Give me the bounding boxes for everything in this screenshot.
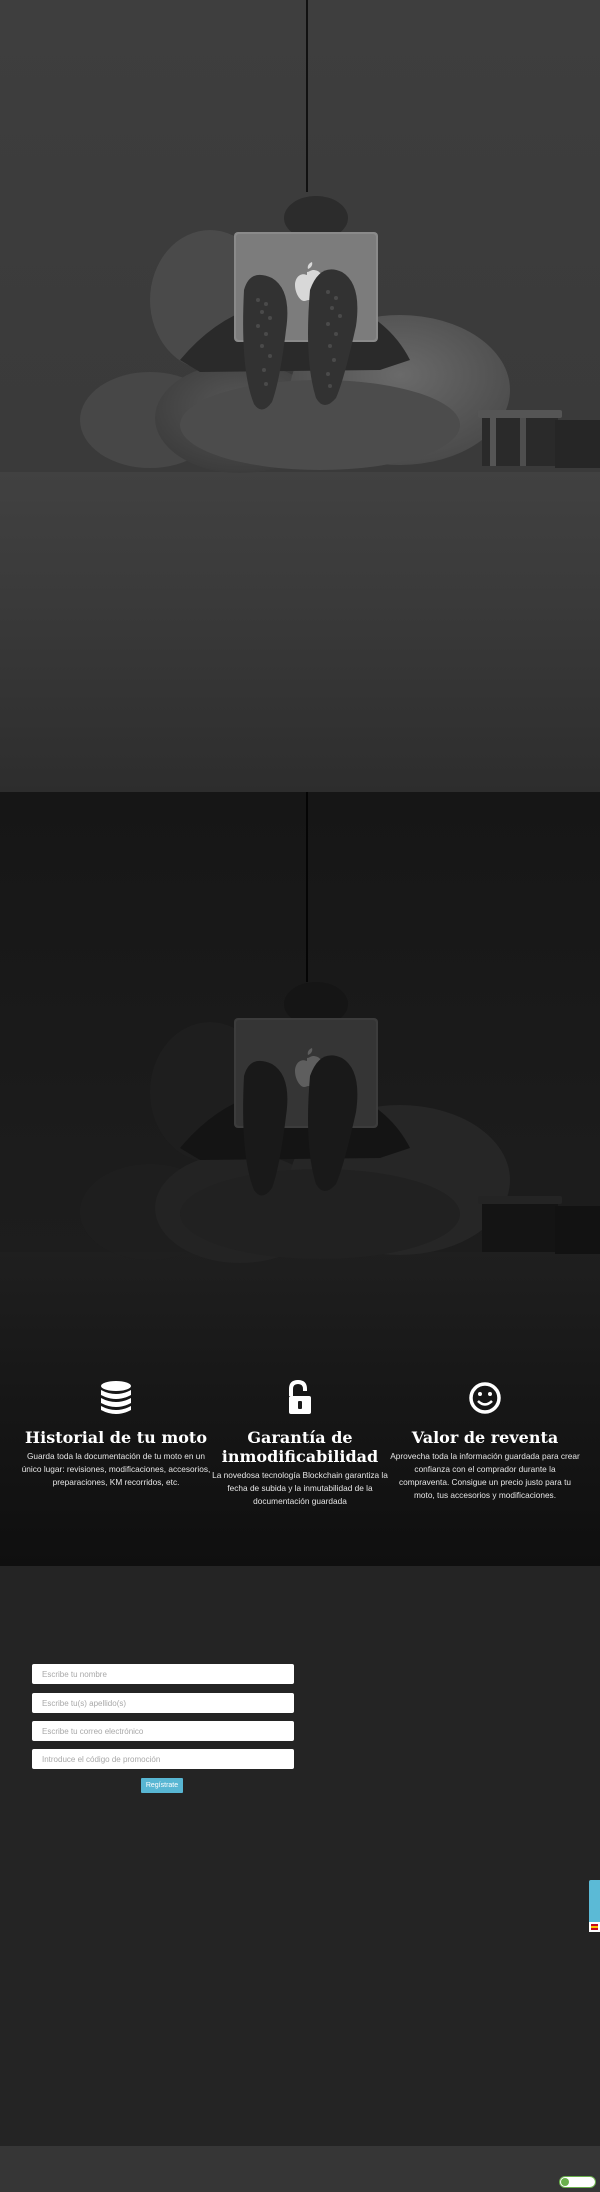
shield-icon <box>561 2178 569 2186</box>
feature-text: Guarda toda la documentación de tu moto … <box>21 1451 211 1487</box>
promo-code-input[interactable] <box>32 1749 294 1769</box>
email-input[interactable] <box>32 1721 294 1741</box>
spain-flag-icon[interactable] <box>589 1922 600 1932</box>
feature-text: La novedosa tecnología Blockchain garant… <box>212 1470 388 1506</box>
security-badge[interactable] <box>559 2176 596 2188</box>
feature-title: Historial de tu moto <box>25 1428 207 1447</box>
registration-form-section: Regístrate <box>0 1566 600 2146</box>
page: Historial de tu moto Guarda toda la docu… <box>0 0 600 2192</box>
database-icon <box>101 1381 131 1414</box>
side-feedback-tab[interactable] <box>589 1880 600 1928</box>
surname-input[interactable] <box>32 1693 294 1713</box>
side-tab-label <box>590 1886 599 1922</box>
smile-icon <box>469 1382 501 1414</box>
feature-history: Historial de tu moto Guarda toda la docu… <box>21 1380 211 1489</box>
feature-resale-value: Valor de reventa Aprovecha toda la infor… <box>390 1380 580 1502</box>
unlock-icon <box>289 1380 311 1414</box>
hero-photo-person-laptop <box>80 196 600 473</box>
feature-immutability: Garantía de inmodificabilidad La novedos… <box>205 1380 395 1508</box>
feature-title: Garantía de inmodificabilidad <box>221 1428 379 1466</box>
register-button[interactable]: Regístrate <box>141 1778 183 1793</box>
name-input[interactable] <box>32 1664 294 1684</box>
hero-image-section <box>0 0 600 792</box>
feature-text: Aprovecha toda la información guardada p… <box>390 1451 580 1500</box>
feature-title: Valor de reventa <box>411 1428 559 1447</box>
features-row: Historial de tu moto Guarda toda la docu… <box>0 1380 600 1550</box>
footer <box>0 2146 600 2192</box>
